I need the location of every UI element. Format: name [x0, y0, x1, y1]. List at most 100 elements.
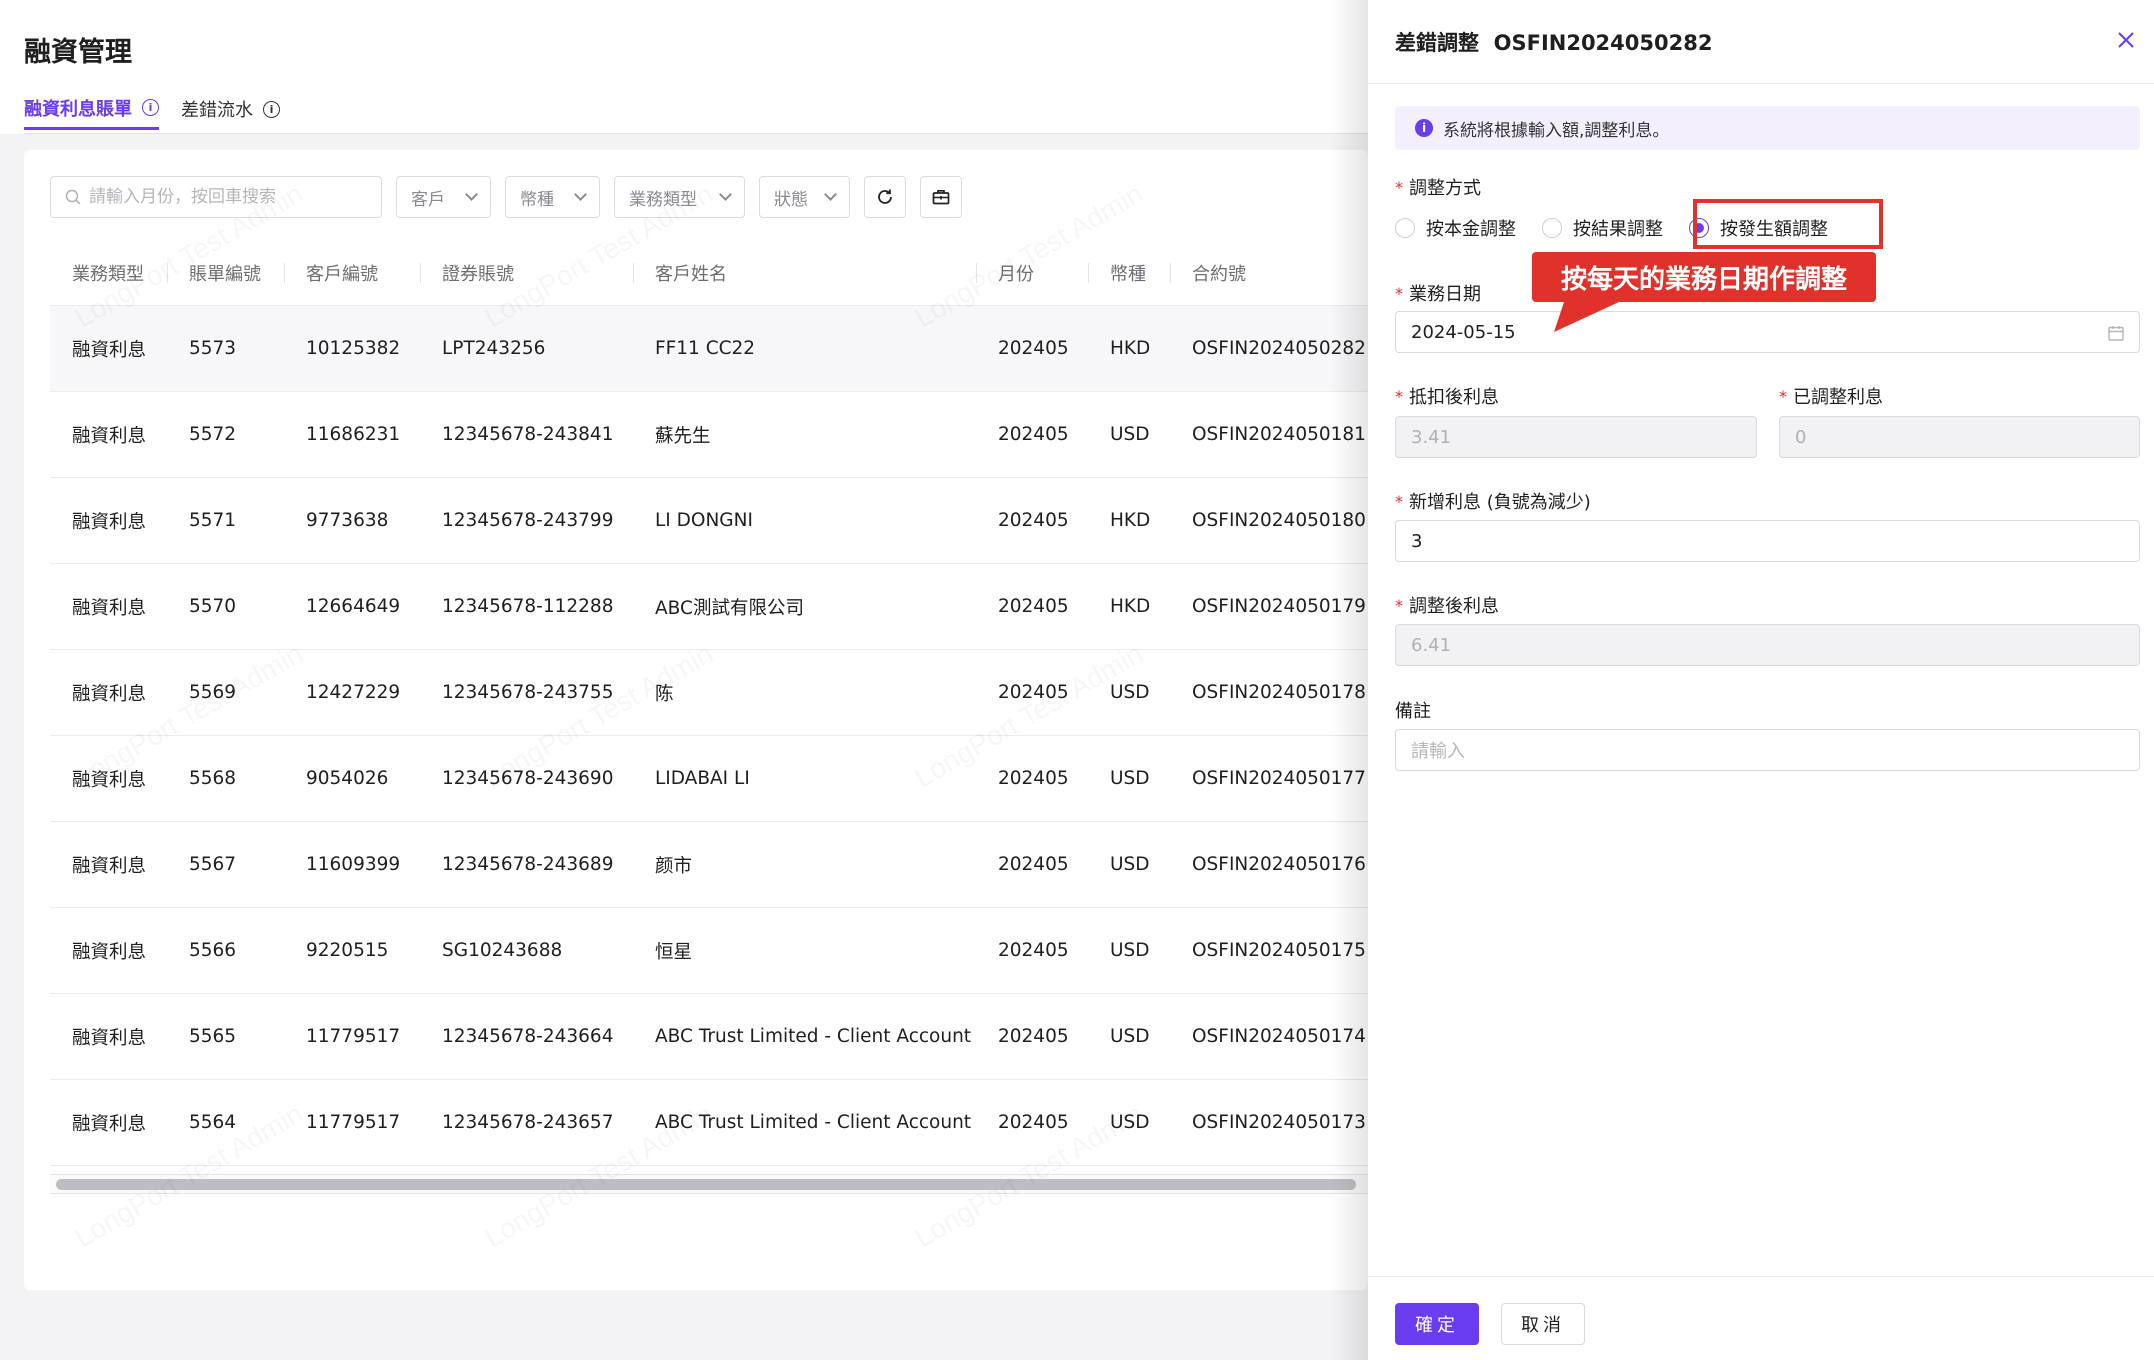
required-mark: * — [1395, 491, 1403, 511]
drawer-title: 差錯調整 OSFIN2024050282 — [1395, 31, 1713, 55]
table-row[interactable]: 融資利息 5568 9054026 12345678-243690 LIDABAI LI… — [50, 736, 1368, 822]
table-cell: 9220515 — [306, 940, 389, 961]
remark-label: 備註 — [1395, 697, 1431, 723]
table-cell: 5567 — [189, 854, 237, 875]
table-cell: 颜市 — [655, 855, 693, 877]
annotation-highlight-box — [1693, 199, 1883, 249]
search-input[interactable] — [89, 187, 359, 207]
info-icon[interactable]: i — [142, 99, 159, 116]
column-header: 客戶編號 — [284, 240, 420, 305]
label-text: 已調整利息 — [1793, 387, 1883, 408]
table-cell: 11779517 — [306, 1026, 401, 1047]
table-cell: USD — [1110, 1026, 1150, 1047]
after-deduct-field: 3.41 — [1395, 416, 1757, 458]
radio-result[interactable]: 按結果調整 — [1542, 215, 1663, 241]
chevron-down-icon — [719, 188, 732, 201]
post-adjust-label: * 調整後利息 — [1395, 592, 1499, 618]
radio-circle[interactable] — [1542, 218, 1562, 238]
after-deduct-label: * 抵扣後利息 — [1395, 383, 1499, 409]
table-cell: 5568 — [189, 768, 237, 789]
table-cell: LPT243256 — [442, 338, 546, 359]
select-label: 幣種 — [520, 189, 554, 210]
table-cell: USD — [1110, 1112, 1150, 1133]
select-label: 客戶 — [411, 189, 445, 210]
table-cell: 融資利息 — [72, 597, 147, 619]
table-body: 融資利息 5573 10125382 LPT243256 FF11 CC22 202405… — [50, 306, 1368, 1166]
table-cell: 5565 — [189, 1026, 237, 1047]
table-row[interactable]: 融資利息 5569 12427229 12345678-243755 陈 202405 US… — [50, 650, 1368, 736]
column-header: 業務類型 — [72, 263, 144, 285]
table-cell: 202405 — [998, 682, 1069, 703]
info-icon[interactable]: i — [263, 100, 280, 118]
export-button[interactable] — [920, 176, 962, 218]
required-mark: * — [1395, 595, 1403, 615]
radio-label: 按結果調整 — [1573, 219, 1663, 240]
error-adjust-drawer: 差錯調整 OSFIN2024050282 i 系統將根據輸入額,調整利息。 * 調… — [1368, 0, 2154, 1360]
table-cell: 202405 — [998, 338, 1069, 359]
label-text: 新增利息 (負號為減少) — [1409, 492, 1591, 513]
table-row[interactable]: 融資利息 5573 10125382 LPT243256 FF11 CC22 202405… — [50, 306, 1368, 392]
business-type-select[interactable]: 業務類型 — [614, 176, 745, 218]
table-cell: LI DONGNI — [655, 510, 753, 531]
table-row[interactable]: 融資利息 5572 11686231 12345678-243841 蘇先生 202405… — [50, 392, 1368, 478]
placeholder-text: 請輸入 — [1411, 741, 1465, 762]
tab-interest-bill[interactable]: 融資利息賬單 i — [24, 88, 159, 130]
table-row[interactable]: 融資利息 5570 12664649 12345678-112288 ABC測試有限公司… — [50, 564, 1368, 650]
close-icon[interactable] — [2114, 28, 2138, 52]
table-cell: 202405 — [998, 854, 1069, 875]
new-interest-input[interactable]: 3 — [1395, 520, 2140, 562]
info-icon: i — [1415, 119, 1433, 137]
label-text: 調整後利息 — [1409, 596, 1499, 617]
table-cell: 蘇先生 — [655, 425, 711, 447]
horizontal-scrollbar[interactable] — [50, 1174, 1368, 1194]
table-cell: 202405 — [998, 940, 1069, 961]
radio-principal[interactable]: 按本金調整 — [1395, 215, 1516, 241]
label-text: 業務日期 — [1409, 284, 1481, 305]
confirm-button[interactable]: 確定 — [1395, 1303, 1479, 1345]
table-row[interactable]: 融資利息 5567 11609399 12345678-243689 颜市 202405 U… — [50, 822, 1368, 908]
cancel-button[interactable]: 取消 — [1501, 1303, 1585, 1345]
table-cell: 12345678-112288 — [442, 596, 614, 617]
table-cell: HKD — [1110, 338, 1151, 359]
table-card: 客戶 幣種 業務類型 狀態 業務類型 賬單編號 客戶編號 證券 — [24, 150, 1368, 1290]
radio-circle[interactable] — [1395, 218, 1415, 238]
table-cell: 融資利息 — [72, 941, 147, 963]
table-cell: 202405 — [998, 1026, 1069, 1047]
select-label: 業務類型 — [629, 189, 697, 210]
table-cell: 恒星 — [655, 941, 693, 963]
table-cell: 融資利息 — [72, 769, 147, 791]
business-date-picker[interactable]: 2024-05-15 — [1395, 311, 2140, 353]
scrollbar-thumb[interactable] — [56, 1179, 1356, 1190]
table-row[interactable]: 融資利息 5566 9220515 SG10243688 恒星 202405 USD OSFI… — [50, 908, 1368, 994]
table-cell: ABC測試有限公司 — [655, 597, 804, 619]
date-value: 2024-05-15 — [1411, 321, 1516, 343]
field-value: 0 — [1795, 426, 1807, 448]
status-select[interactable]: 狀態 — [759, 176, 850, 218]
refresh-button[interactable] — [864, 176, 906, 218]
required-mark: * — [1395, 177, 1403, 197]
toolbar: 客戶 幣種 業務類型 狀態 — [50, 176, 962, 218]
callout-pointer — [1554, 296, 1632, 332]
customer-select[interactable]: 客戶 — [396, 176, 491, 218]
table-cell: HKD — [1110, 510, 1151, 531]
table-row[interactable]: 融資利息 5564 11779517 12345678-243657 ABC Trust… — [50, 1080, 1368, 1166]
table-cell: 9773638 — [306, 510, 389, 531]
table-cell: 12427229 — [306, 682, 401, 703]
tab-error-flow[interactable]: 差錯流水 i — [181, 88, 280, 130]
table-cell: 5571 — [189, 510, 237, 531]
currency-select[interactable]: 幣種 — [505, 176, 600, 218]
new-interest-label: * 新增利息 (負號為減少) — [1395, 488, 1591, 514]
table-cell: 5570 — [189, 596, 237, 617]
alert-text: 系統將根據輸入額,調整利息。 — [1443, 120, 1670, 141]
table-cell: LIDABAI LI — [655, 768, 750, 789]
search-box[interactable] — [50, 176, 382, 218]
table-cell: HKD — [1110, 596, 1151, 617]
label-text: 備註 — [1395, 701, 1431, 722]
table-cell: 202405 — [998, 768, 1069, 789]
table-cell: 11686231 — [306, 424, 401, 445]
column-header: 月份 — [976, 240, 1088, 305]
remark-input[interactable]: 請輸入 — [1395, 729, 2140, 771]
table-row[interactable]: 融資利息 5571 9773638 12345678-243799 LI DONGNI 2… — [50, 478, 1368, 564]
table-cell: 融資利息 — [72, 425, 147, 447]
table-row[interactable]: 融資利息 5565 11779517 12345678-243664 ABC Trust… — [50, 994, 1368, 1080]
